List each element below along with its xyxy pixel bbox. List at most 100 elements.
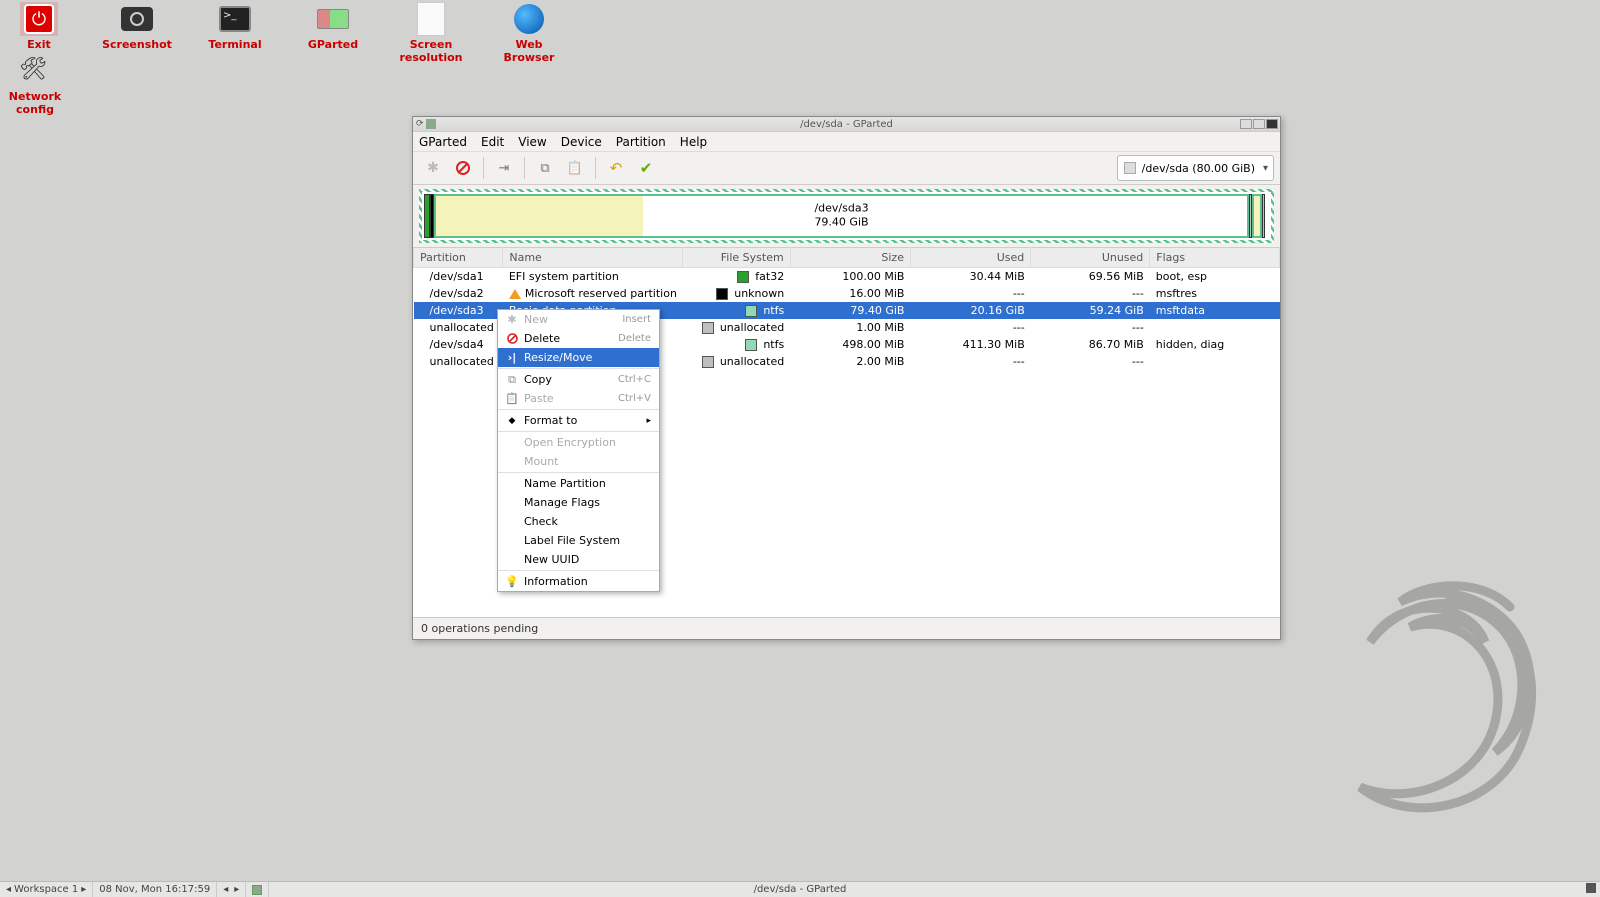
fs-color-swatch [745,305,757,317]
table-row[interactable]: /dev/sda1EFI system partitionfat32100.00… [414,268,1280,286]
disk-icon [1124,162,1136,174]
ctx-paste: 📋 Paste Ctrl+V [498,389,659,408]
desktop-icon-label: Screen resolution [396,38,466,64]
minimize-button[interactable] [1240,119,1252,129]
new-partition-button[interactable]: ✱ [419,155,447,181]
ctx-item-label: Delete [524,332,560,345]
exit-icon: ⏻ [20,2,58,36]
ctx-new: ✱NewInsert [498,310,659,329]
desktop-icon-screenres[interactable]: Screen resolution [396,2,466,64]
ctx-item-label: Label File System [524,534,620,547]
prev-workspace-icon[interactable]: ◂ [6,884,11,895]
ctx-item-label: New [524,313,548,326]
close-button[interactable] [1266,119,1278,129]
statusbar: 0 operations pending [413,617,1280,639]
column-header-size[interactable]: Size [790,248,910,268]
ctx-delete[interactable]: DeleteDelete [498,329,659,348]
partition-context-menu: ✱NewInsertDeleteDelete›|Resize/Move⧉Copy… [497,309,660,592]
map-main-label: /dev/sda3 [814,202,868,216]
fs-color-swatch [702,322,714,334]
ctx-copy[interactable]: ⧉CopyCtrl+C [498,370,659,389]
column-header-flags[interactable]: Flags [1150,248,1280,268]
workspace-switcher[interactable]: ◂ Workspace 1 ▸ [0,882,93,897]
ctx-check[interactable]: Check [498,512,659,531]
menu-help[interactable]: Help [680,135,707,149]
warning-icon [509,289,521,299]
taskbar-nav[interactable]: ◂▸ [217,882,246,897]
ctx-accelerator: Ctrl+V [618,393,651,404]
ctx-accelerator: Ctrl+C [618,374,651,385]
gparted-icon [314,2,352,36]
delete-partition-button[interactable] [449,155,477,181]
ctx-manage-flags[interactable]: Manage Flags [498,493,659,512]
ctx-item-label: Format to [524,414,577,427]
system-tray[interactable] [1586,883,1600,896]
window-titlebar[interactable]: ⟳ /dev/sda - GParted [413,117,1280,132]
disk-graphical-map[interactable]: /dev/sda3 79.40 GiB [419,189,1274,243]
map-segment-sda3[interactable]: /dev/sda3 79.40 GiB [434,194,1249,238]
ctx-open-encryption: Open Encryption [498,433,659,452]
screenres-icon [412,2,450,36]
app-icon [426,119,436,129]
column-header-unused[interactable]: Unused [1031,248,1150,268]
ctx-item-label: Copy [524,373,552,386]
terminal-icon: >_ [216,2,254,36]
ctx-resize-move[interactable]: ›| Resize/Move [498,348,659,367]
ctx-mount: Mount [498,452,659,471]
menu-device[interactable]: Device [561,135,602,149]
resize-button[interactable]: ⇥ [490,155,518,181]
desktop-icon-webbrowser[interactable]: Web Browser [494,2,564,64]
device-selector[interactable]: /dev/sda (80.00 GiB) [1117,155,1274,181]
ctx-item-label: New UUID [524,553,579,566]
taskbar-active-title[interactable]: /dev/sda - GParted [754,884,847,895]
fs-color-swatch [716,288,728,300]
delete-icon [506,333,518,344]
desktop-icon-netconfig[interactable]: 🛠Network config [0,54,70,116]
desktop-icon-label: Web Browser [494,38,564,64]
menu-gparted[interactable]: GParted [419,135,467,149]
ctx-information[interactable]: 💡Information [498,572,659,591]
ctx-item-label: Manage Flags [524,496,600,509]
taskbar-clock[interactable]: 08 Nov, Mon 16:17:59 [93,882,217,897]
table-row[interactable]: /dev/sda2Microsoft reserved partitionunk… [414,285,1280,302]
column-header-name[interactable]: Name [503,248,683,268]
map-main-size: 79.40 GiB [814,216,868,230]
status-text: 0 operations pending [421,622,538,635]
desktop-icon-label: Exit [27,38,51,51]
ctx-name-partition[interactable]: Name Partition [498,474,659,493]
ctx-item-label: Mount [524,455,558,468]
submenu-arrow-icon: ▸ [646,416,651,426]
menu-partition[interactable]: Partition [616,135,666,149]
taskbar-app-icon[interactable] [246,882,269,897]
ctx-label-file-system[interactable]: Label File System [498,531,659,550]
window-title: /dev/sda - GParted [800,119,893,130]
undo-button[interactable]: ↶ [602,155,630,181]
column-header-used[interactable]: Used [910,248,1030,268]
resize-icon: ›| [506,351,518,364]
paste-icon: 📋 [506,392,518,405]
maximize-button[interactable] [1253,119,1265,129]
copy-button[interactable]: ⧉ [531,155,559,181]
desktop-icon-screenshot[interactable]: Screenshot [102,2,172,64]
desktop-icon-label: Screenshot [102,38,172,51]
ctx-item-label: Resize/Move [524,351,592,364]
desktop-icon-gparted[interactable]: GParted [298,2,368,64]
menu-edit[interactable]: Edit [481,135,504,149]
ctx-new-uuid[interactable]: New UUID [498,550,659,569]
ctx-item-label: Check [524,515,558,528]
menu-view[interactable]: View [518,135,546,149]
column-header-file-system[interactable]: File System [683,248,790,268]
map-segment-sda4[interactable] [1252,194,1262,238]
menubar: GParted Edit View Device Partition Help [413,132,1280,152]
paste-button[interactable]: 📋 [561,155,589,181]
desktop-icon-terminal[interactable]: >_Terminal [200,2,270,64]
ctx-format-to[interactable]: ◆Format to▸ [498,411,659,430]
column-header-partition[interactable]: Partition [414,248,503,268]
apply-button[interactable]: ✔ [632,155,660,181]
fs-color-swatch [745,339,757,351]
next-workspace-icon[interactable]: ▸ [81,884,86,895]
plus-icon: ✱ [506,313,518,326]
refresh-icon[interactable]: ⟳ [416,119,424,129]
map-segment-unalloc2[interactable] [1262,194,1265,238]
ctx-item-label: Paste [524,392,554,405]
